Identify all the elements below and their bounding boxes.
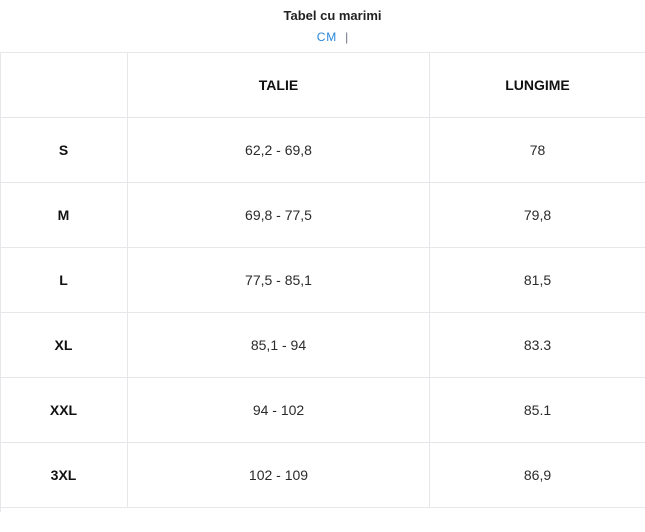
size-chart-header: Tabel cu marimi CM | [0,0,645,52]
column-header-size [0,53,127,117]
size-cell: XL [54,337,73,353]
talie-cell: 94 - 102 [127,378,429,442]
talie-cell: 69,8 - 77,5 [127,183,429,247]
table-row: XXL 94 - 102 85.1 [0,378,645,443]
size-cell: M [57,207,70,223]
unit-cm-tab[interactable]: CM [317,30,337,44]
talie-cell: 77,5 - 85,1 [127,248,429,312]
talie-cell: 102 - 109 [127,443,429,507]
table-header-row: TALIE LUNGIME [0,53,645,118]
table-row: M 69,8 - 77,5 79,8 [0,183,645,248]
lungime-cell: 86,9 [429,443,645,507]
lungime-cell: 81,5 [429,248,645,312]
lungime-cell: 78 [429,118,645,182]
lungime-cell: 83.3 [429,313,645,377]
size-table: TALIE LUNGIME S 62,2 - 69,8 78 M 69,8 - … [0,52,645,512]
lungime-cell: 85.1 [429,378,645,442]
unit-separator: | [345,30,349,44]
talie-cell: 62,2 - 69,8 [127,118,429,182]
lungime-cell: 79,8 [429,183,645,247]
size-cell: 3XL [50,467,77,483]
table-row: S 62,2 - 69,8 78 [0,118,645,183]
size-cell: S [58,142,69,158]
column-header-talie: TALIE [127,53,429,117]
talie-cell: 85,1 - 94 [127,313,429,377]
page-title: Tabel cu marimi [283,8,382,23]
size-cell: L [59,272,68,288]
table-row: XL 85,1 - 94 83.3 [0,313,645,378]
size-cell: XXL [49,402,78,418]
unit-switcher: CM | [0,30,645,44]
column-header-lungime: LUNGIME [429,53,645,117]
table-row: L 77,5 - 85,1 81,5 [0,248,645,313]
table-row: 3XL 102 - 109 86,9 [0,443,645,508]
